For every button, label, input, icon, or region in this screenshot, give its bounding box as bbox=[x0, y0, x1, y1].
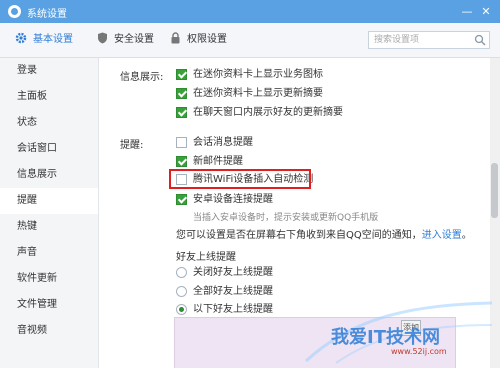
tab-label: 基本设置 bbox=[33, 34, 73, 45]
radio-button[interactable] bbox=[176, 286, 187, 297]
sidebar-item-login[interactable]: 登录 bbox=[0, 58, 98, 84]
title-bar: 系统设置 — ✕ bbox=[0, 0, 500, 23]
tab-permission-settings[interactable]: 权限设置 bbox=[168, 23, 227, 57]
watermark: 我爱IT技术网 www.52ij.com bbox=[296, 295, 496, 365]
tab-label: 权限设置 bbox=[187, 34, 227, 45]
shield-icon bbox=[95, 23, 109, 57]
sidebar-item-hotkeys[interactable]: 热键 bbox=[0, 214, 98, 240]
sidebar-item-status[interactable]: 状态 bbox=[0, 110, 98, 136]
sidebar-item-reminder[interactable]: 提醒 bbox=[0, 188, 98, 214]
sidebar-item-software-update[interactable]: 软件更新 bbox=[0, 266, 98, 292]
settings-sidebar: 登录 主面板 状态 会话窗口 信息展示 提醒 热键 声音 软件更新 文件管理 音… bbox=[0, 58, 99, 368]
sidebar-item-main-panel[interactable]: 主面板 bbox=[0, 84, 98, 110]
checkbox[interactable] bbox=[176, 194, 187, 205]
friend-online-label: 好友上线提醒 bbox=[176, 252, 236, 263]
tab-bar: 基本设置 安全设置 权限设置 bbox=[0, 23, 500, 58]
sidebar-item-file-management[interactable]: 文件管理 bbox=[0, 292, 98, 318]
close-button[interactable]: ✕ bbox=[478, 4, 494, 19]
watermark-text: 我爱IT技术网 bbox=[331, 327, 440, 348]
checkbox[interactable] bbox=[176, 156, 187, 167]
sidebar-item-audio-video[interactable]: 音视频 bbox=[0, 318, 98, 344]
tab-security-settings[interactable]: 安全设置 bbox=[95, 23, 154, 57]
search-icon[interactable] bbox=[474, 34, 486, 46]
watermark-url: www.52ij.com bbox=[391, 347, 447, 356]
android-hint: 当插入安卓设备时，提示安装或更新QQ手机版 bbox=[193, 213, 379, 223]
checkbox[interactable] bbox=[176, 88, 187, 99]
red-highlight-box bbox=[169, 169, 311, 189]
tab-label: 安全设置 bbox=[114, 34, 154, 45]
checkbox[interactable] bbox=[176, 107, 187, 118]
radio-button[interactable] bbox=[176, 267, 187, 278]
sidebar-item-sound[interactable]: 声音 bbox=[0, 240, 98, 266]
search-box[interactable] bbox=[368, 31, 490, 49]
lock-icon bbox=[168, 23, 182, 57]
search-input[interactable] bbox=[369, 32, 474, 48]
tab-basic-settings[interactable]: 基本设置 bbox=[14, 23, 73, 57]
minimize-button[interactable]: — bbox=[459, 4, 475, 19]
window-title: 系统设置 bbox=[27, 9, 67, 20]
radio-button[interactable] bbox=[176, 304, 187, 315]
sidebar-item-chat-window[interactable]: 会话窗口 bbox=[0, 136, 98, 162]
reminder-label: 提醒: bbox=[120, 140, 144, 151]
qq-app-icon bbox=[8, 5, 21, 18]
enter-settings-link[interactable]: 进入设置 bbox=[422, 230, 462, 241]
scrollbar-thumb[interactable] bbox=[491, 163, 498, 218]
checkbox[interactable] bbox=[176, 69, 187, 80]
sidebar-item-info-display[interactable]: 信息展示 bbox=[0, 162, 98, 188]
checkbox[interactable] bbox=[176, 137, 187, 148]
qzone-notice: 您可以设置是否在屏幕右下角收到来自QQ空间的通知，进入设置。 bbox=[176, 230, 472, 241]
info-display-label: 信息展示: bbox=[120, 72, 164, 83]
gear-icon bbox=[14, 23, 28, 57]
